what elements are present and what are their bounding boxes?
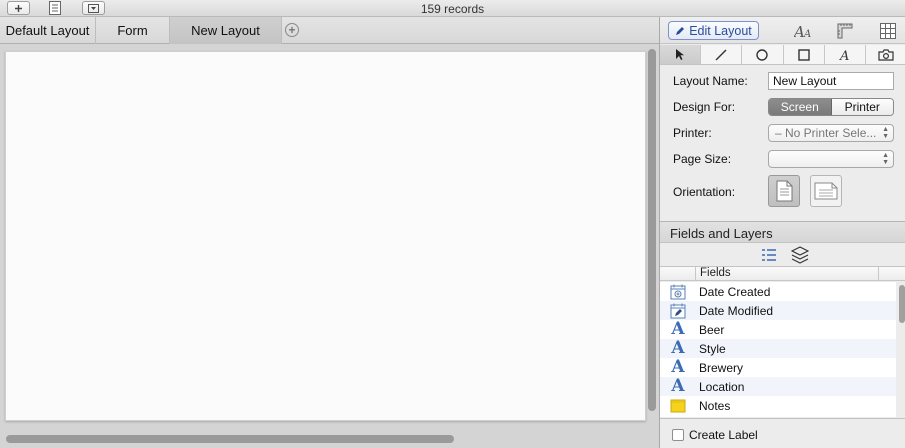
field-name: Date Modified [699,304,774,318]
font-style-icon: AA [794,23,811,39]
line-icon [715,49,727,60]
create-label-checkbox[interactable] [672,429,684,441]
orientation-label: Orientation: [673,185,736,199]
orientation-portrait-button[interactable] [768,175,800,207]
note-field-icon [669,397,687,414]
orientation-landscape-button[interactable] [810,175,842,207]
field-name: Beer [699,323,725,337]
page-size-label: Page Size: [673,152,732,166]
rectangle-icon [797,48,810,61]
tab-default-layout[interactable]: Default Layout [0,17,96,44]
field-name: Brewery [699,361,744,375]
horizontal-scrollbar[interactable] [6,435,454,443]
text-field-icon: A [671,338,685,358]
layout-canvas[interactable] [5,51,646,421]
fields-list: Date Created Date Modified A Beer A Styl… [660,282,896,417]
fields-and-layers-header: Fields and Layers [660,221,905,243]
fields-layers-tabs [660,243,905,267]
font-style-button[interactable]: AA [793,21,815,41]
list-item[interactable]: A Brewery [660,358,896,377]
date-created-icon [669,283,687,300]
printer-popup[interactable]: – No Printer Sele... ▲ ▼ [768,124,894,142]
pointer-icon [676,48,685,60]
tab-new-layout[interactable]: New Layout [170,17,282,44]
field-name: Style [699,342,726,356]
tab-form[interactable]: Form [96,17,170,44]
design-for-segmented-control: Screen Printer [768,98,894,116]
text-field-icon: A [671,376,685,396]
text-icon: A [839,49,849,61]
grid-button[interactable] [879,21,897,41]
design-for-label: Design For: [673,100,736,114]
edit-layout-button[interactable]: Edit Layout [668,21,759,40]
layout-tab-bar: Default Layout Form New Layout + [0,17,659,44]
drawing-tools: A [660,45,905,65]
camera-icon [878,48,894,61]
fields-tab[interactable] [761,247,777,263]
tool-text[interactable]: A [825,45,866,64]
pencil-icon [676,26,685,35]
svg-text:A: A [803,29,811,39]
ruler-icon [837,23,853,39]
text-field-icon: A [671,357,685,377]
tool-oval[interactable] [742,45,784,64]
fields-column-header[interactable]: Fields [660,267,905,281]
fields-list-scrollbar[interactable] [899,285,905,323]
list-item[interactable]: A Style [660,339,896,358]
list-item[interactable]: Date Modified [660,301,896,320]
up-down-arrows-icon: ▲ ▼ [882,126,889,140]
top-toolbar: 159 records [0,0,905,17]
grid-icon [880,23,896,39]
column-divider [695,267,696,281]
up-down-arrows-icon: ▲ ▼ [882,152,889,166]
vertical-scrollbar[interactable] [648,49,656,411]
tool-picture[interactable] [866,45,905,64]
tool-rectangle[interactable] [784,45,825,64]
create-label-text: Create Label [689,428,758,442]
page-size-popup[interactable]: ▲ ▼ [768,150,894,168]
edit-layout-label: Edit Layout [689,23,752,38]
portrait-page-icon [776,180,793,202]
list-item[interactable]: Notes [660,396,896,415]
fields-column-title: Fields [700,267,731,279]
add-layout-icon[interactable]: + [285,23,299,37]
text-field-icon: A [671,319,685,339]
record-count: 159 records [420,2,485,16]
printer-popup-value: – No Printer Sele... [775,126,877,140]
layers-tab[interactable] [790,246,810,264]
list-item[interactable]: A Beer [660,320,896,339]
field-name: Date Created [699,285,771,299]
layout-name-field[interactable] [768,72,894,90]
design-for-printer-segment[interactable]: Printer [831,99,893,115]
field-name: Location [699,380,745,394]
list-item[interactable]: A Location [660,377,896,396]
layout-area: Default Layout Form New Layout + [0,17,659,448]
ruler-button[interactable] [836,21,854,41]
inspector-toolbar: Edit Layout AA [660,17,905,44]
landscape-page-icon [814,182,838,200]
date-modified-icon [669,302,687,319]
tool-pointer[interactable] [660,45,702,64]
printer-label: Printer: [673,126,712,140]
design-for-screen-segment[interactable]: Screen [769,99,832,115]
layers-icon [790,246,810,264]
circle-icon [756,48,769,61]
list-item[interactable]: Date Created [660,282,896,301]
layout-inspector: Edit Layout AA A Layout Name: New Layout… [659,17,905,448]
field-name: Notes [699,399,731,413]
svg-text:A: A [839,49,849,61]
create-label-bar: Create Label [660,418,905,448]
tool-line[interactable] [701,45,743,64]
layout-name-label: Layout Name: [673,74,748,88]
column-divider [878,267,879,281]
field-list-icon [762,249,776,261]
